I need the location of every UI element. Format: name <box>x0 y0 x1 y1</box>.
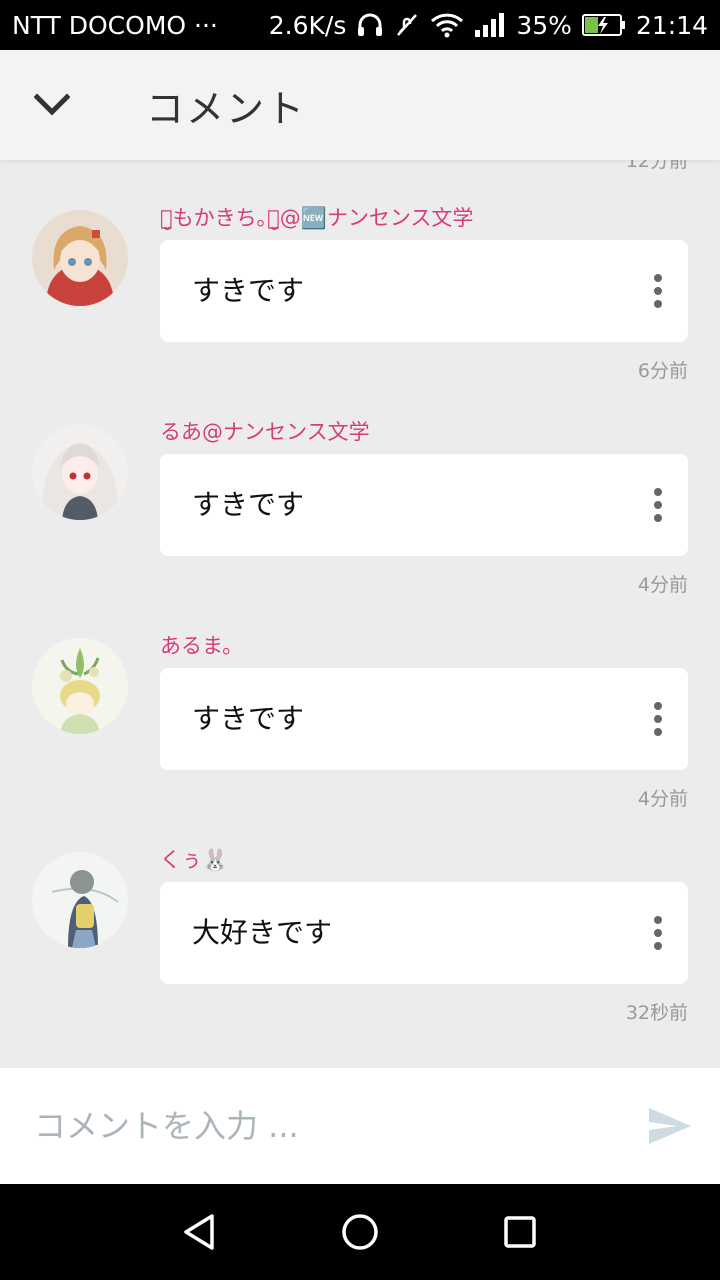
comment-text: すきです <box>192 488 305 521</box>
carrier-name: NTT DOCOMO ··· <box>12 10 218 40</box>
system-nav-bar <box>0 1184 720 1280</box>
status-bar: NTT DOCOMO ··· 2.6K/s 35% 21:14 <box>0 0 720 50</box>
app-bar: コメント <box>0 50 720 160</box>
more-vert-icon <box>654 702 662 710</box>
send-icon <box>649 1108 691 1144</box>
vibrate-off-icon <box>394 12 420 38</box>
home-circle-icon <box>342 1214 378 1250</box>
more-options-button[interactable] <box>638 908 678 958</box>
comment-username[interactable]: るあ@ナンセンス文学 <box>160 416 370 446</box>
comment-list[interactable]: 12分前 ꪔ̤̮もかきち｡ꪔ̤̮@🆕ナンセンス文学 すきです 6分前 るあ@ナン… <box>0 160 720 1068</box>
comment-item: あるま。 すきです 4分前 <box>0 588 720 810</box>
avatar[interactable] <box>32 852 128 948</box>
more-options-button[interactable] <box>638 480 678 530</box>
comment-timestamp: 32秒前 <box>625 1002 688 1024</box>
avatar[interactable] <box>32 210 128 306</box>
wifi-icon <box>430 12 464 38</box>
more-vert-icon <box>654 274 662 282</box>
more-vert-icon <box>654 916 662 924</box>
send-button[interactable] <box>620 1068 720 1184</box>
comment-username[interactable]: くぅ🐰 <box>160 844 228 874</box>
headphones-icon <box>356 12 384 38</box>
nav-home-button[interactable] <box>320 1192 400 1272</box>
comment-input[interactable] <box>34 1107 620 1145</box>
battery-charging-icon <box>581 13 626 37</box>
comment-text: すきです <box>192 274 305 307</box>
nav-recents-button[interactable] <box>480 1192 560 1272</box>
network-speed: 2.6K/s <box>268 10 347 40</box>
comment-bubble: すきです <box>160 668 688 770</box>
comment-item: くぅ🐰 大好きです 32秒前 <box>0 802 720 1024</box>
more-options-button[interactable] <box>638 266 678 316</box>
chevron-down-icon <box>34 93 70 116</box>
battery-percent: 35% <box>516 10 572 40</box>
comment-bubble: すきです <box>160 454 688 556</box>
recents-square-icon <box>504 1216 536 1248</box>
avatar[interactable] <box>32 424 128 520</box>
nav-back-button[interactable] <box>160 1192 240 1272</box>
comment-bubble: 大好きです <box>160 882 688 984</box>
more-options-button[interactable] <box>638 694 678 744</box>
comment-username[interactable]: あるま。 <box>160 630 243 660</box>
comment-username[interactable]: ꪔ̤̮もかきち｡ꪔ̤̮@🆕ナンセンス文学 <box>160 202 473 232</box>
more-vert-icon <box>654 488 662 496</box>
back-triangle-icon <box>184 1214 214 1250</box>
comment-text: 大好きです <box>192 916 333 949</box>
comment-input-bar <box>0 1068 720 1184</box>
comment-bubble: すきです <box>160 240 688 342</box>
signal-icon <box>474 12 506 38</box>
collapse-button[interactable] <box>0 50 104 160</box>
comment-text: すきです <box>192 702 305 735</box>
comment-item: ꪔ̤̮もかきち｡ꪔ̤̮@🆕ナンセンス文学 すきです 6分前 <box>0 160 720 382</box>
comment-item: るあ@ナンセンス文学 すきです 4分前 <box>0 374 720 596</box>
page-title: コメント <box>146 86 307 131</box>
avatar[interactable] <box>32 638 128 734</box>
clock: 21:14 <box>635 10 708 40</box>
